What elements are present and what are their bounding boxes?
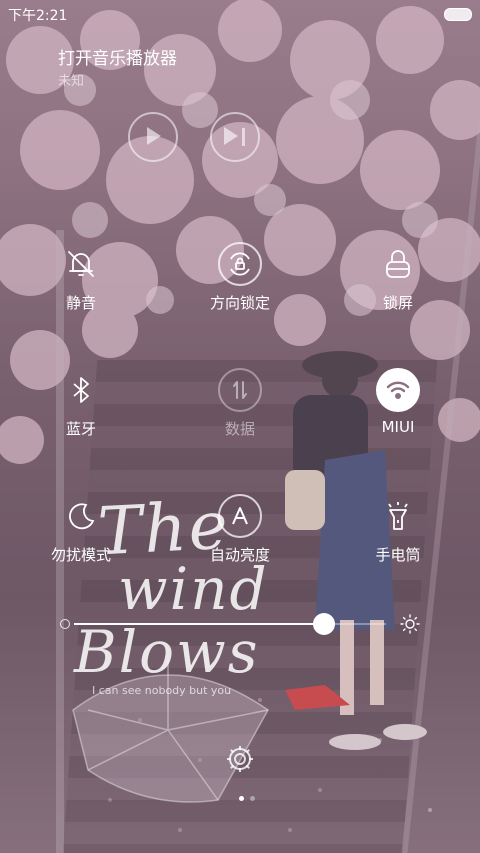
wallpaper-tagline: I can see nobody but you [92, 684, 232, 697]
bluetooth-icon [59, 368, 103, 412]
toggle-rotation-lock[interactable]: 方向锁定 [180, 242, 300, 322]
toggle-label: MIUI [381, 418, 415, 436]
play-icon [147, 127, 161, 145]
status-time: 下午2:21 [8, 8, 68, 24]
brightness-low-icon [60, 619, 70, 629]
toggle-bluetooth[interactable]: 蓝牙 [21, 368, 141, 448]
toggle-label: 蓝牙 [65, 420, 96, 438]
brightness-high-icon [400, 614, 420, 634]
status-bar: 下午2:21 [0, 0, 480, 28]
page-indicator [236, 786, 258, 805]
toggle-mute[interactable]: 静音 [21, 242, 141, 322]
play-button[interactable] [128, 112, 178, 162]
wifi-icon [376, 368, 420, 412]
lock-icon [376, 242, 420, 286]
toggle-mobile-data[interactable]: 数据 [180, 368, 300, 448]
next-icon-bar [242, 128, 245, 146]
battery-icon [444, 8, 472, 21]
toggle-label: 方向锁定 [209, 294, 270, 312]
toggle-auto-brightness[interactable]: 自动亮度 [180, 494, 300, 574]
mobile-data-icon [218, 368, 262, 412]
toggle-label: 勿扰模式 [50, 546, 111, 564]
toggle-label: 自动亮度 [209, 546, 270, 564]
toggle-label: 静音 [65, 294, 96, 312]
brightness-track[interactable] [74, 613, 386, 635]
brightness-fill [74, 623, 324, 625]
toggle-label: 手电筒 [375, 546, 421, 564]
next-icon [224, 127, 238, 145]
toggle-do-not-disturb[interactable]: 勿扰模式 [21, 494, 141, 574]
bell-mute-icon [59, 242, 103, 286]
moon-icon [59, 494, 103, 538]
page-dot [239, 796, 244, 801]
brightness-thumb[interactable] [313, 613, 335, 635]
toggle-flashlight[interactable]: 手电筒 [338, 494, 458, 574]
toggle-label: 数据 [224, 420, 255, 438]
gear-icon[interactable] [224, 743, 256, 775]
music-player-subtitle: 未知 [58, 74, 85, 89]
brightness-slider[interactable] [60, 610, 420, 640]
flashlight-icon [376, 494, 420, 538]
toggle-label: 锁屏 [382, 294, 413, 312]
page-dot [250, 796, 255, 801]
auto-brightness-icon [218, 494, 262, 538]
next-track-button[interactable] [210, 112, 260, 162]
toggle-wifi[interactable]: MIUI [338, 368, 458, 448]
toggle-lock-screen[interactable]: 锁屏 [338, 242, 458, 322]
music-player-title[interactable]: 打开音乐播放器 [58, 44, 177, 69]
rotation-lock-icon [218, 242, 262, 286]
